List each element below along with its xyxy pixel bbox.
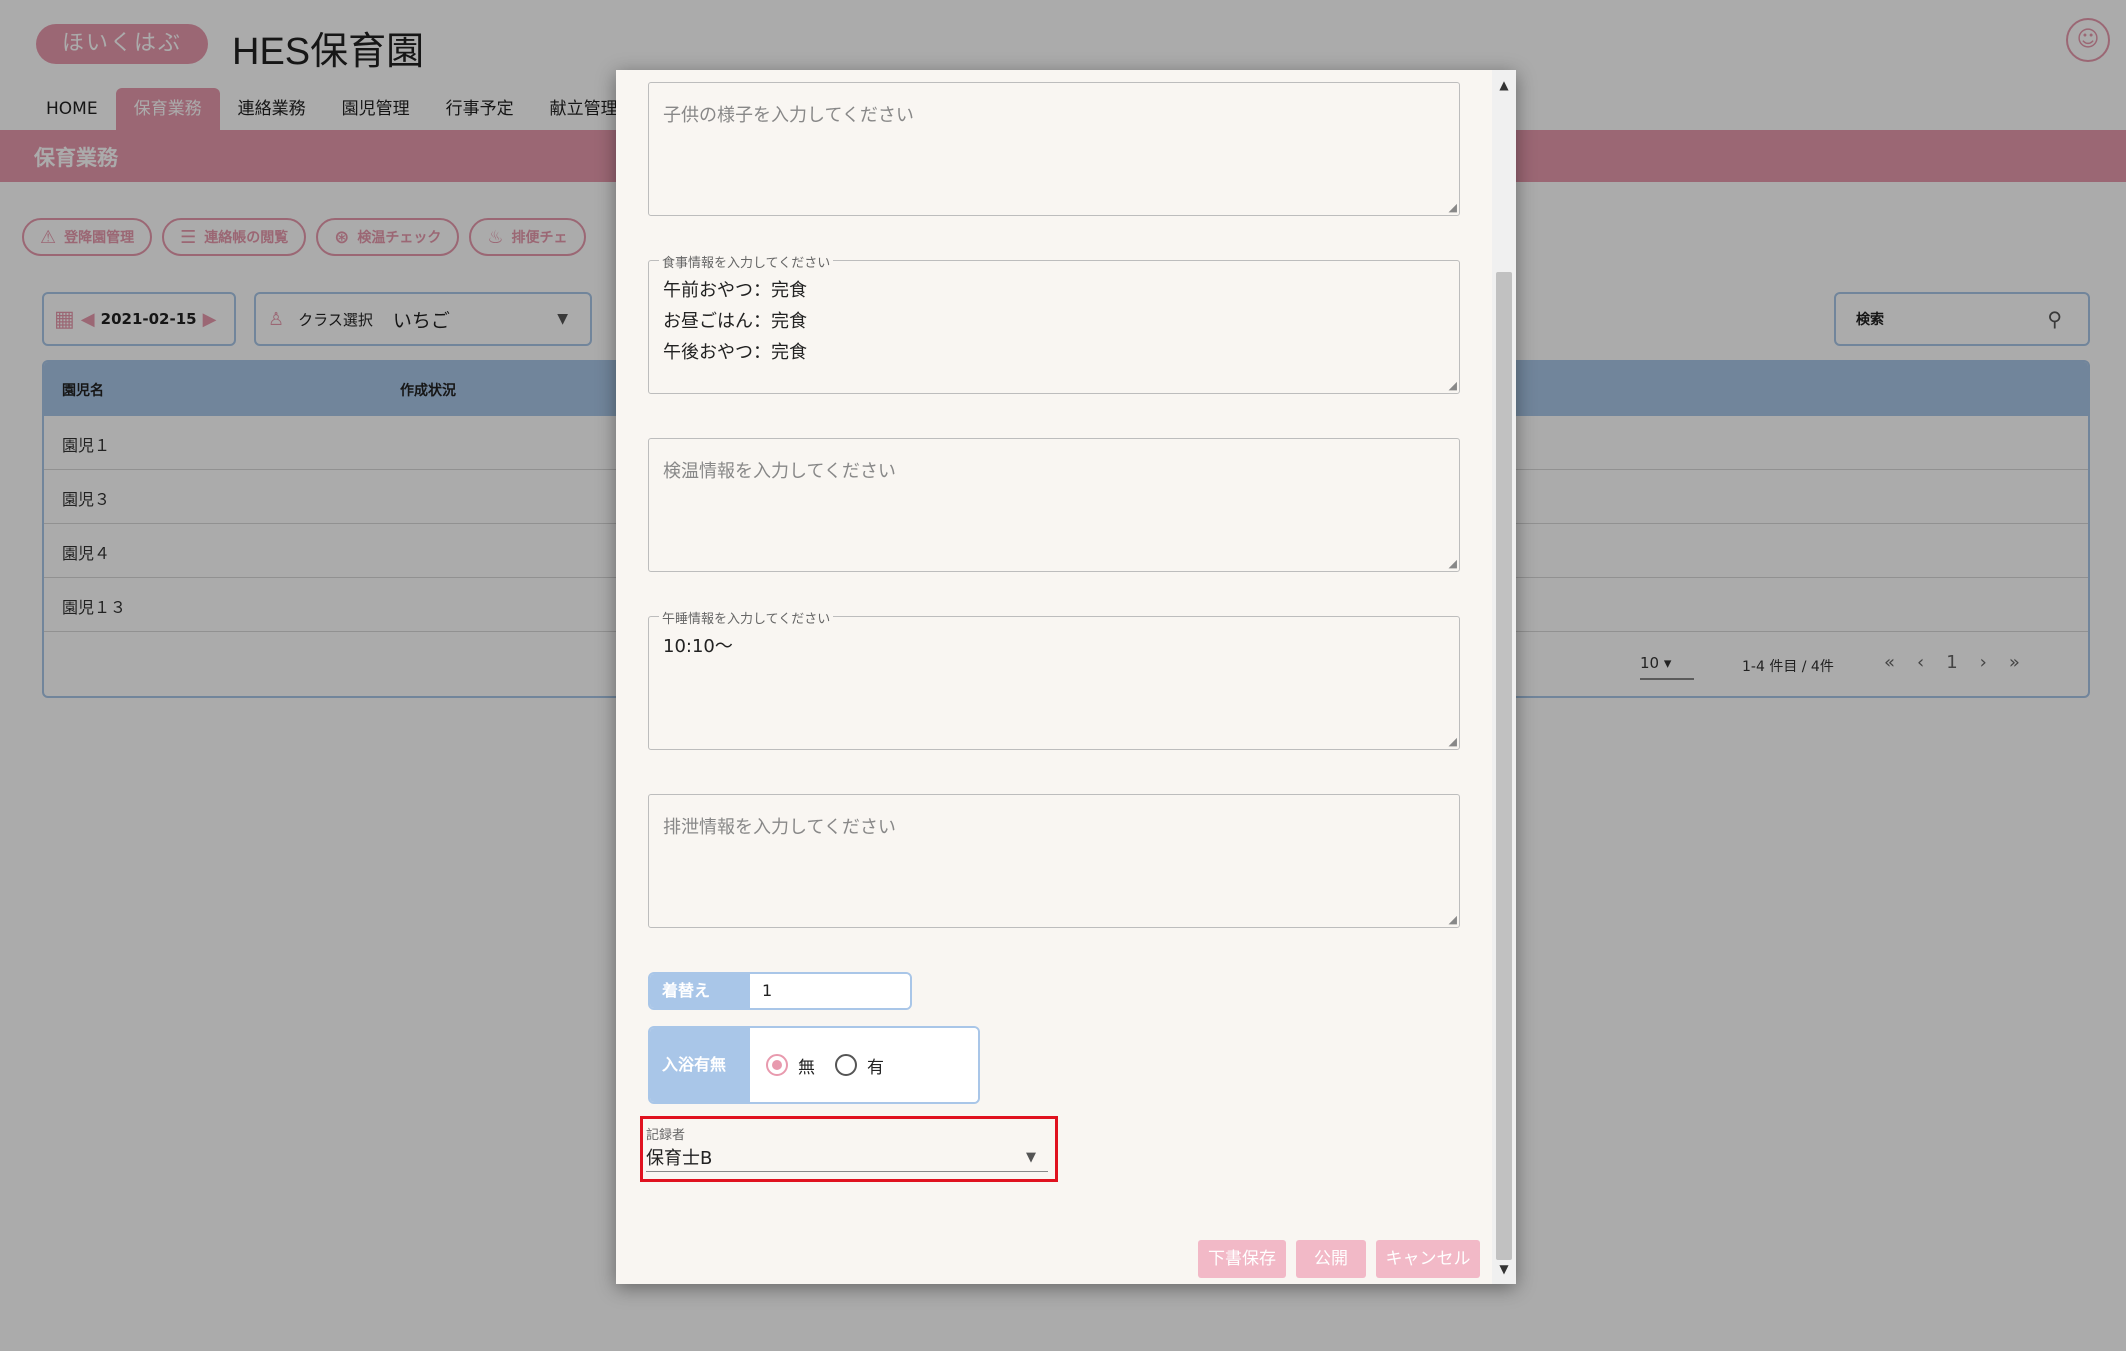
- excretion-textarea[interactable]: 排泄情報を入力してください ◢: [648, 794, 1460, 928]
- bath-label: 入浴有無: [650, 1028, 750, 1102]
- child-state-placeholder: 子供の様子を入力してください: [663, 105, 914, 126]
- bath-field: 入浴有無 無 有: [648, 1026, 980, 1104]
- resize-grip-icon[interactable]: ◢: [1449, 379, 1457, 392]
- cancel-button[interactable]: キャンセル: [1376, 1240, 1480, 1278]
- radio-label: 有: [867, 1057, 884, 1078]
- meal-legend: 食事情報を入力してください: [659, 252, 834, 271]
- bath-radio-yes[interactable]: 有: [835, 1053, 884, 1078]
- nap-legend: 午睡情報を入力してください: [659, 608, 834, 627]
- dialog-scrollbar[interactable]: ▲ ▼: [1492, 70, 1516, 1284]
- meal-textarea[interactable]: 食事情報を入力してください 午前おやつ：完食 お昼ごはん：完食 午後おやつ：完食…: [648, 252, 1460, 394]
- excretion-placeholder: 排泄情報を入力してください: [663, 817, 896, 838]
- publish-button[interactable]: 公開: [1296, 1240, 1366, 1278]
- nap-textarea[interactable]: 午睡情報を入力してください 10:10〜 ◢: [648, 608, 1460, 750]
- bath-radio-group: 無 有: [750, 1028, 978, 1102]
- save-draft-button[interactable]: 下書保存: [1198, 1240, 1286, 1278]
- resize-grip-icon[interactable]: ◢: [1449, 201, 1457, 214]
- radio-selected-icon[interactable]: [766, 1054, 788, 1076]
- resize-grip-icon[interactable]: ◢: [1449, 557, 1457, 570]
- recorder-label: 記録者: [646, 1128, 686, 1143]
- radio-unselected-icon[interactable]: [835, 1054, 857, 1076]
- change-clothes-field: 着替え 1: [648, 972, 912, 1010]
- scroll-down-arrow-icon[interactable]: ▼: [1492, 1258, 1516, 1280]
- change-clothes-label: 着替え: [650, 974, 750, 1008]
- scrollbar-thumb[interactable]: [1496, 272, 1512, 1260]
- scroll-up-arrow-icon[interactable]: ▲: [1492, 74, 1516, 96]
- bath-radio-no[interactable]: 無: [766, 1053, 815, 1078]
- daily-report-dialog: 子供の様子を入力してください ◢ 食事情報を入力してください 午前おやつ：完食 …: [616, 70, 1516, 1284]
- recorder-select[interactable]: 保育士B: [646, 1144, 1048, 1172]
- dialog-actions: 下書保存 公開 キャンセル: [1198, 1240, 1480, 1278]
- resize-grip-icon[interactable]: ◢: [1449, 735, 1457, 748]
- nap-value: 10:10〜: [663, 636, 733, 657]
- temperature-textarea[interactable]: 検温情報を入力してください ◢: [648, 438, 1460, 572]
- child-state-textarea[interactable]: 子供の様子を入力してください ◢: [648, 82, 1460, 216]
- resize-grip-icon[interactable]: ◢: [1449, 913, 1457, 926]
- radio-label: 無: [798, 1057, 815, 1078]
- meal-value: 午前おやつ：完食 お昼ごはん：完食 午後おやつ：完食: [663, 280, 807, 363]
- change-clothes-input[interactable]: 1: [750, 974, 910, 1008]
- temperature-placeholder: 検温情報を入力してください: [663, 461, 896, 482]
- chevron-down-icon[interactable]: ▼: [1026, 1150, 1036, 1165]
